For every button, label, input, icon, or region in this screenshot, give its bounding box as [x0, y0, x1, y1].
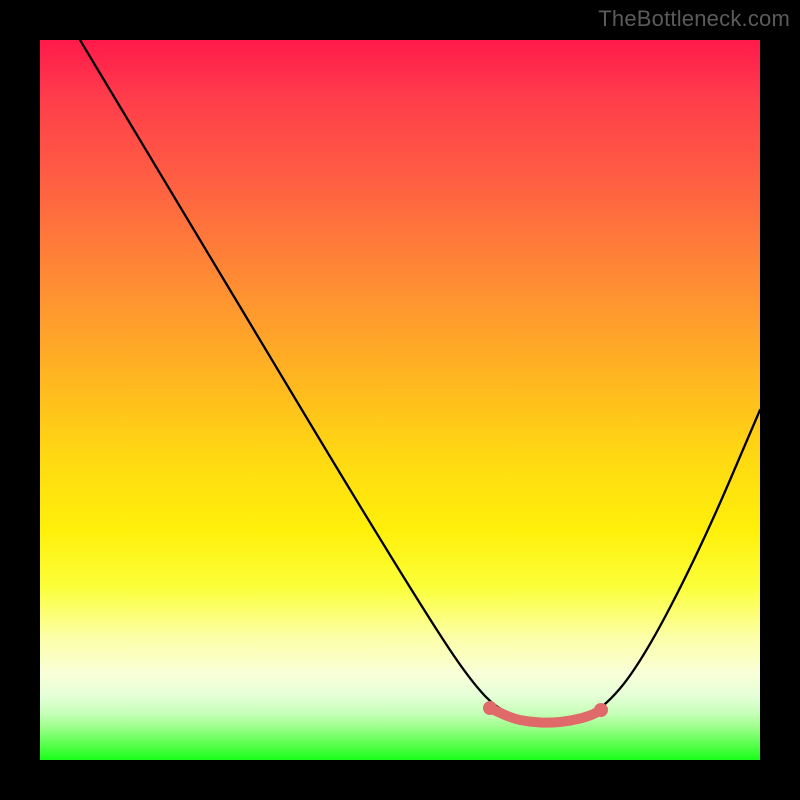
watermark-text: TheBottleneck.com — [598, 6, 790, 32]
curve-layer — [40, 40, 760, 760]
plot-area — [40, 40, 760, 760]
optimal-range-left-marker — [483, 701, 497, 715]
chart-frame: TheBottleneck.com — [0, 0, 800, 800]
optimal-range-segment — [490, 708, 601, 723]
optimal-range-right-marker — [594, 703, 608, 717]
bottleneck-curve — [80, 40, 760, 721]
